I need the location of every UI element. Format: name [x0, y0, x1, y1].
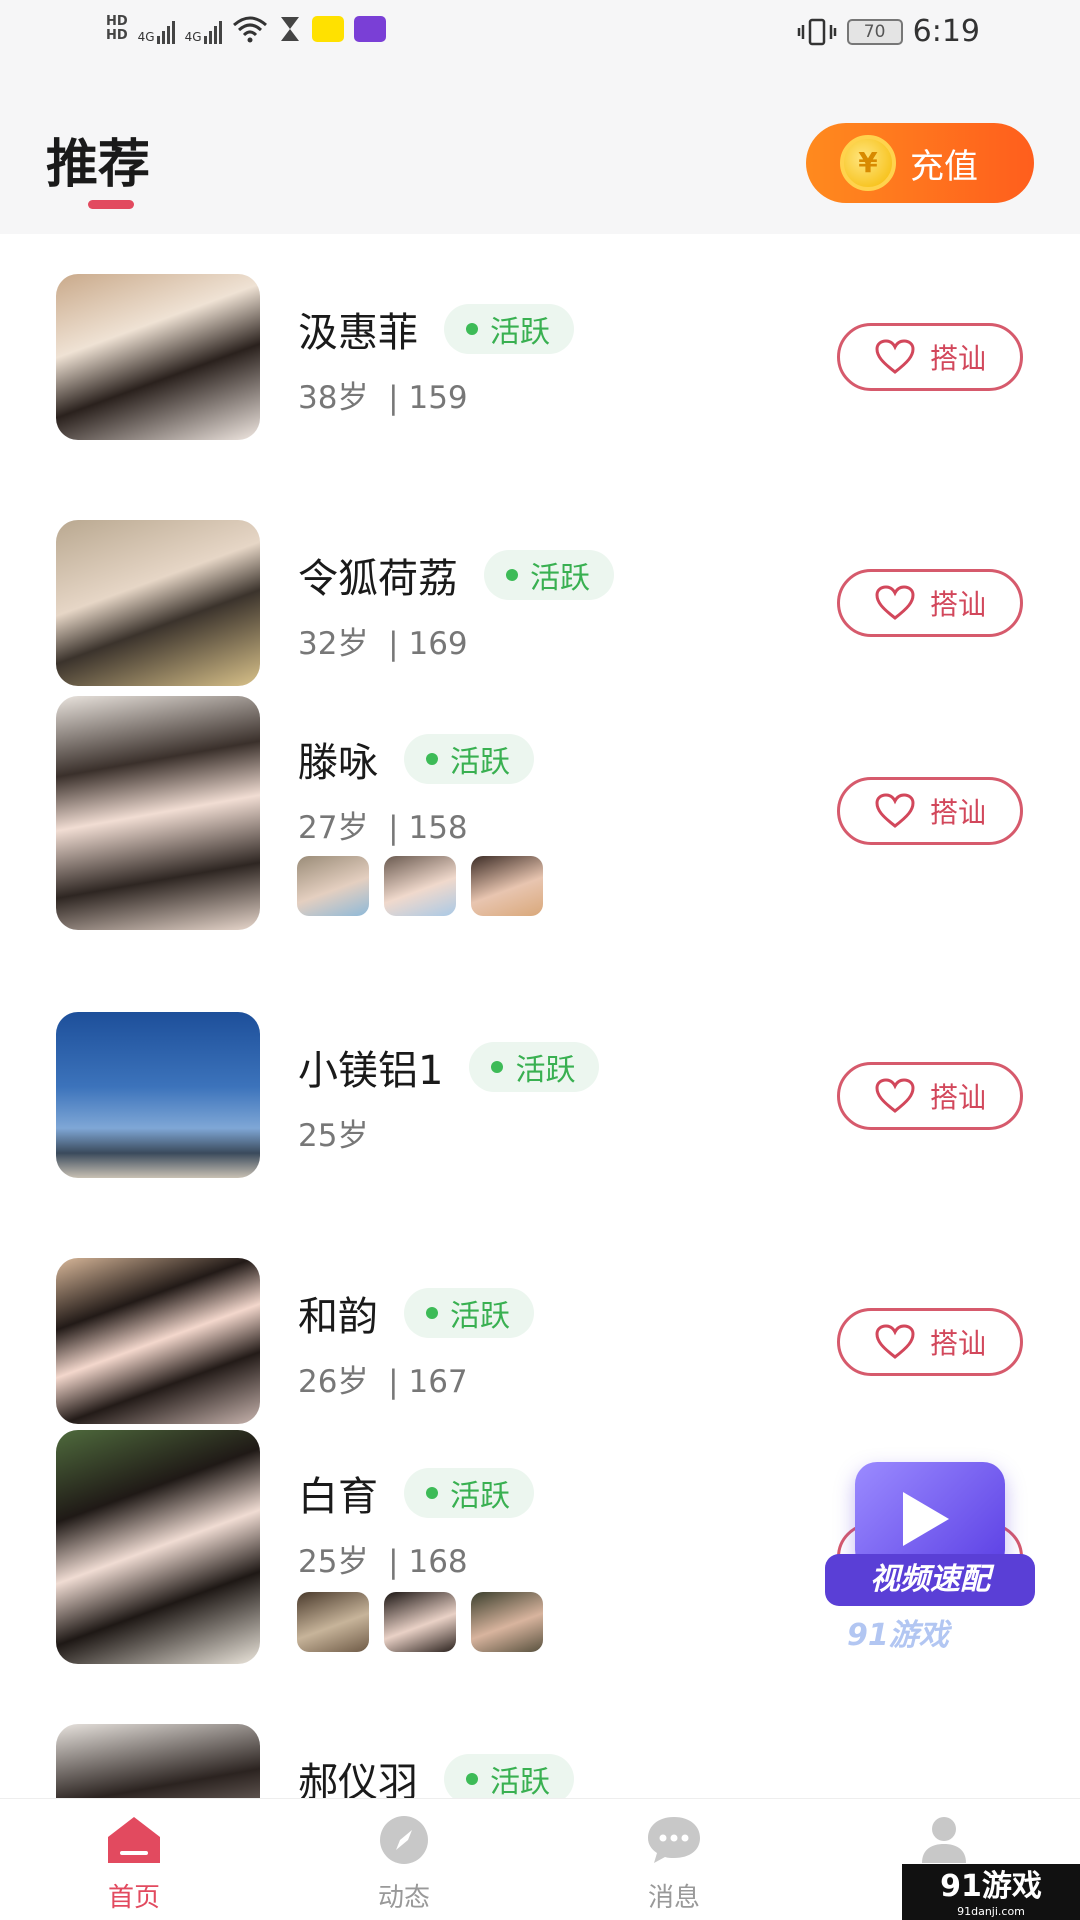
chat-bubble-icon [648, 1817, 700, 1863]
avatar[interactable] [56, 1258, 260, 1424]
online-dot-icon [466, 1773, 478, 1785]
active-badge: 活跃 [469, 1042, 600, 1092]
chat-up-button[interactable]: 搭讪 [837, 569, 1023, 637]
chat-up-button[interactable]: 搭讪 [837, 1062, 1023, 1130]
page-title[interactable]: 推荐 [46, 122, 150, 197]
photo-thumbnail[interactable] [471, 1592, 543, 1652]
active-badge: 活跃 [444, 1754, 574, 1798]
chat-up-button[interactable]: 搭讪 [837, 777, 1023, 845]
heart-icon [875, 585, 915, 620]
heart-icon [875, 1324, 915, 1359]
tab-messages[interactable]: 消息 [574, 1799, 774, 1920]
online-dot-icon [491, 1061, 504, 1073]
vibrate-icon [797, 18, 836, 45]
recharge-button[interactable]: ¥ 充值 [806, 123, 1034, 203]
status-left: HD HD 4G 4G [106, 14, 386, 44]
chat-up-button[interactable]: 搭讪 [837, 1308, 1023, 1376]
header: 推荐 ¥ 充值 [0, 70, 1080, 234]
active-badge: 活跃 [444, 304, 574, 354]
user-name: 汲惠菲 [298, 310, 418, 356]
tab-home[interactable]: 首页 [34, 1799, 234, 1920]
online-dot-icon [506, 569, 518, 581]
status-bar: HD HD 4G 4G 70 6:19 [0, 0, 1080, 70]
status-right: 70 6:19 [797, 14, 980, 49]
clock: 6:19 [912, 14, 980, 49]
yy-app-icon [311, 16, 344, 42]
online-dot-icon [466, 323, 478, 335]
user-name: 滕咏 [298, 740, 378, 786]
hd-indicator: HD HD [106, 14, 128, 43]
avatar[interactable] [56, 274, 260, 440]
user-name: 郝仪羽 [298, 1760, 418, 1798]
heart-icon [875, 1078, 915, 1113]
recharge-label: 充值 [910, 146, 978, 187]
avatar[interactable] [56, 520, 260, 686]
avatar[interactable] [56, 1012, 260, 1178]
signal-icon: 4G [138, 14, 175, 44]
user-meta: 32岁 | 169 [298, 626, 468, 662]
user-meta: 25岁 | 168 [298, 1544, 468, 1580]
coin-icon: ¥ [840, 135, 896, 191]
user-name: 白育 [298, 1474, 378, 1520]
active-badge: 活跃 [404, 734, 534, 784]
person-icon [922, 1817, 966, 1863]
user-name: 小镁铝1 [298, 1048, 444, 1094]
avatar[interactable] [56, 1430, 260, 1664]
heart-icon [875, 339, 915, 374]
user-card[interactable]: 汲惠菲 活跃 38岁 | 159 搭讪 [0, 234, 1080, 480]
photo-thumbnails [297, 856, 543, 916]
photo-thumbnail[interactable] [297, 856, 369, 916]
user-meta: 25岁 [298, 1118, 369, 1154]
home-icon [108, 1817, 160, 1863]
title-underline [88, 200, 134, 209]
chat-up-button[interactable]: 搭讪 [837, 323, 1023, 391]
user-card[interactable]: 和韵 活跃 26岁 | 167 搭讪 [0, 1220, 1080, 1430]
online-dot-icon [426, 1307, 438, 1319]
wifi-icon [232, 16, 267, 43]
video-match-label: 视频速配 [825, 1554, 1035, 1606]
user-card[interactable]: 小镁铝1 活跃 25岁 搭讪 [0, 974, 1080, 1220]
corner-watermark: 91游戏 91danji.com [902, 1864, 1080, 1920]
photo-thumbnail[interactable] [384, 1592, 456, 1652]
active-badge: 活跃 [404, 1288, 534, 1338]
avatar[interactable] [56, 1724, 260, 1798]
avatar[interactable] [56, 696, 260, 930]
active-badge: 活跃 [484, 550, 614, 600]
online-dot-icon [426, 1487, 438, 1499]
user-name: 和韵 [298, 1294, 378, 1340]
tab-moments[interactable]: 动态 [304, 1799, 504, 1920]
user-card[interactable]: 郝仪羽 活跃 [0, 1708, 1080, 1798]
battery-icon: 70 [846, 18, 903, 45]
user-meta: 26岁 | 167 [298, 1364, 468, 1400]
photo-thumbnail[interactable] [384, 856, 456, 916]
watermark: 91游戏 [847, 1618, 949, 1653]
user-card[interactable]: 令狐荷荔 活跃 32岁 | 169 搭讪 [0, 480, 1080, 696]
cat-app-icon [353, 16, 386, 42]
photo-thumbnails [297, 1592, 543, 1652]
user-name: 令狐荷荔 [298, 556, 458, 602]
online-dot-icon [426, 753, 438, 765]
hourglass-icon [280, 17, 299, 41]
user-meta: 27岁 | 158 [298, 810, 468, 846]
signal-icon-2: 4G [185, 14, 222, 44]
user-meta: 38岁 | 159 [298, 380, 468, 416]
active-badge: 活跃 [404, 1468, 534, 1518]
photo-thumbnail[interactable] [471, 856, 543, 916]
heart-icon [875, 793, 915, 828]
play-icon [903, 1492, 949, 1546]
user-card[interactable]: 滕咏 活跃 27岁 | 158 搭讪 [0, 696, 1080, 974]
photo-thumbnail[interactable] [297, 1592, 369, 1652]
compass-icon [380, 1816, 428, 1864]
